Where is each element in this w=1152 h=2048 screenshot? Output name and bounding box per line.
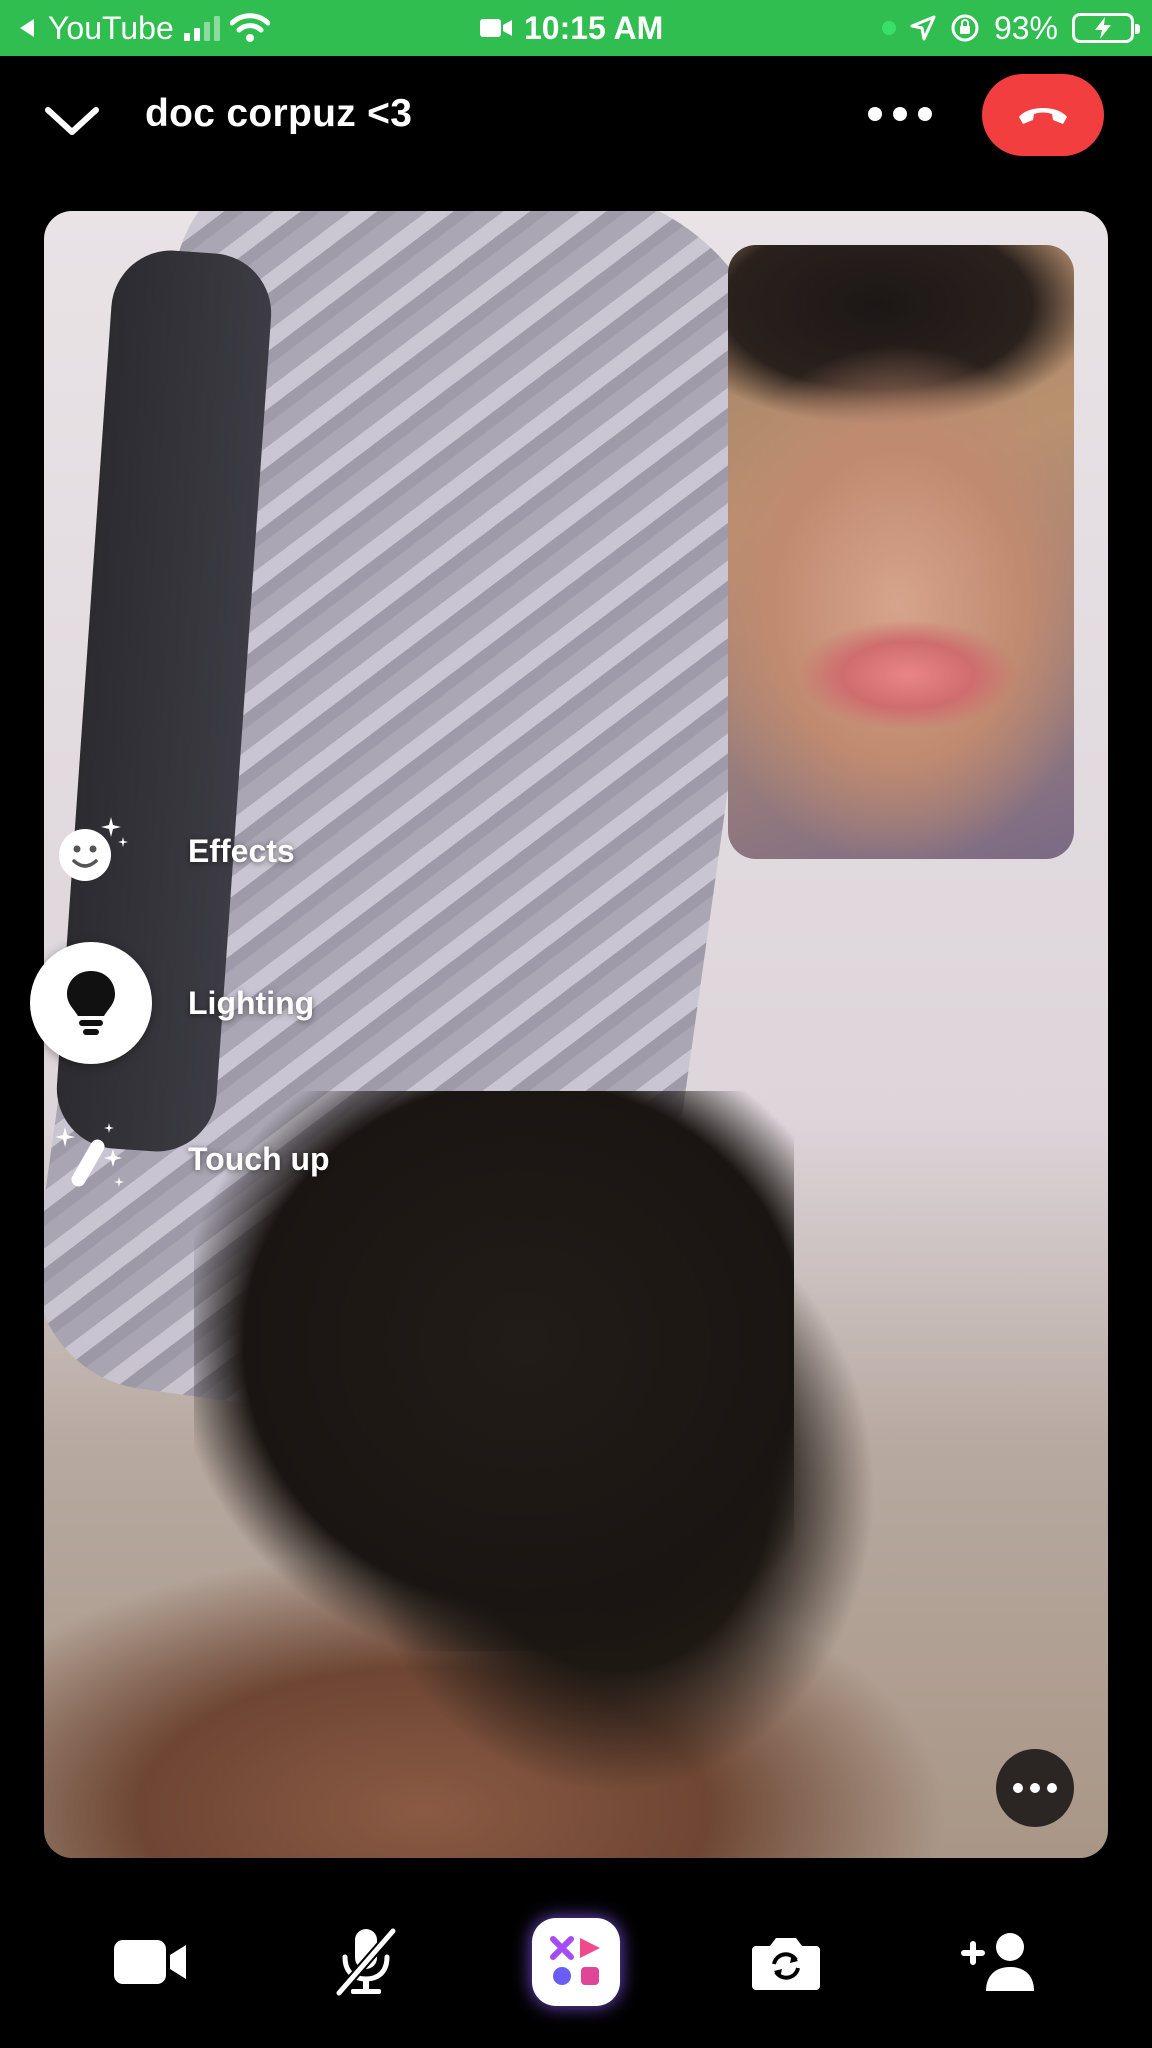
battery-charging-icon	[1072, 13, 1140, 43]
battery-percent: 93%	[993, 9, 1058, 46]
call-title: doc corpuz <3	[145, 92, 413, 135]
menu-label-touch-up: Touch up	[188, 1140, 330, 1177]
menu-item-lighting[interactable]: Lighting	[30, 942, 314, 1064]
add-person-button[interactable]	[950, 1912, 1050, 2012]
call-toolbar	[0, 1890, 1152, 2030]
effects-menu: Effects Lighting Touch up	[30, 790, 430, 1190]
menu-label-lighting: Lighting	[188, 984, 315, 1021]
status-right: 93%	[881, 0, 1140, 56]
status-time: 10:15 AM	[524, 9, 664, 46]
flip-camera-icon	[752, 1938, 820, 1990]
back-app-label: YouTube	[48, 9, 174, 46]
camera-toggle-button[interactable]	[100, 1912, 200, 2012]
self-view-video[interactable]	[728, 245, 1074, 859]
mic-indicator-dot	[881, 21, 896, 35]
ellipsis-icon	[1013, 1783, 1023, 1793]
video-camera-icon	[480, 19, 512, 37]
mute-button[interactable]	[316, 1912, 416, 2012]
status-bar: YouTube 10:15 AM 93%	[0, 0, 1152, 56]
end-call-icon	[1019, 108, 1067, 124]
back-to-app[interactable]: YouTube	[16, 0, 270, 56]
rotation-lock-icon	[951, 14, 979, 42]
wifi-icon	[229, 13, 270, 42]
back-arrow-icon	[20, 19, 34, 37]
cellular-signal-icon	[183, 15, 220, 41]
menu-label-effects: Effects	[188, 832, 295, 869]
apps-icon	[550, 1936, 600, 1985]
video-options-button[interactable]	[996, 1749, 1074, 1827]
menu-item-effects[interactable]: Effects	[30, 790, 295, 912]
call-header: doc corpuz <3	[0, 56, 1152, 176]
chevron-down-icon	[45, 107, 99, 135]
microphone-muted-icon	[334, 1927, 398, 1997]
collapse-button[interactable]	[40, 96, 104, 144]
video-camera-icon	[114, 1940, 186, 1984]
flip-camera-button[interactable]	[736, 1912, 836, 2012]
menu-item-touch-up[interactable]: Touch up	[30, 1098, 330, 1220]
location-arrow-icon	[910, 15, 936, 41]
magic-wand-icon	[30, 1098, 152, 1220]
lightbulb-icon	[30, 942, 152, 1064]
more-icon	[868, 107, 882, 121]
more-options-button[interactable]	[868, 102, 932, 126]
status-center: 10:15 AM	[480, 0, 663, 56]
smiley-sparkle-icon	[30, 790, 152, 912]
add-person-icon	[961, 1933, 1034, 1991]
end-call-button[interactable]	[982, 74, 1104, 156]
apps-button[interactable]	[532, 1918, 620, 2006]
